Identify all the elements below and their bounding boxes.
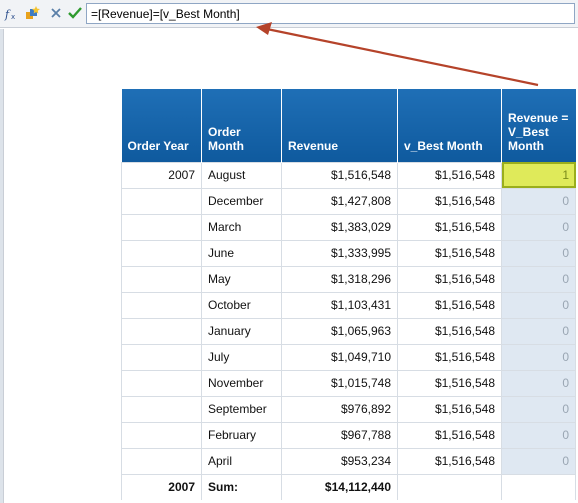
v-best-month-cell[interactable]: $1,516,548: [397, 265, 502, 293]
revenue-equals-best-cell[interactable]: 0: [501, 317, 576, 345]
order-month-cell[interactable]: October: [201, 291, 282, 319]
revenue-cell[interactable]: $1,049,710: [281, 343, 398, 371]
header-revenue-equals-best[interactable]: Revenue = V_Best Month: [501, 89, 576, 162]
footer-year-cell: 2007: [121, 473, 202, 500]
v-best-month-cell[interactable]: $1,516,548: [397, 239, 502, 267]
footer-sum-label: Sum:: [201, 473, 282, 500]
order-year-cell[interactable]: [121, 291, 202, 319]
header-v-best-month[interactable]: v_Best Month: [397, 89, 502, 162]
order-year-cell[interactable]: 2007: [121, 161, 202, 189]
table-row: September $976,892 $1,516,548 0: [121, 395, 576, 423]
table-row: February $967,788 $1,516,548 0: [121, 421, 576, 449]
svg-text:x: x: [11, 13, 15, 21]
v-best-month-cell[interactable]: $1,516,548: [397, 187, 502, 215]
revenue-cell[interactable]: $967,788: [281, 421, 398, 449]
table-row: November $1,015,748 $1,516,548 0: [121, 369, 576, 397]
footer-row: 2007 Sum: $14,112,440: [121, 473, 576, 500]
revenue-equals-best-cell[interactable]: 0: [501, 291, 576, 319]
revenue-cell[interactable]: $1,427,808: [281, 187, 398, 215]
revenue-cell[interactable]: $1,015,748: [281, 369, 398, 397]
revenue-cell[interactable]: $1,516,548: [281, 161, 398, 189]
order-year-cell[interactable]: [121, 343, 202, 371]
revenue-cell[interactable]: $1,333,995: [281, 239, 398, 267]
v-best-month-cell[interactable]: $1,516,548: [397, 447, 502, 475]
v-best-month-cell[interactable]: $1,516,548: [397, 317, 502, 345]
revenue-equals-best-cell[interactable]: 0: [501, 369, 576, 397]
order-month-cell[interactable]: June: [201, 239, 282, 267]
order-year-cell[interactable]: [121, 447, 202, 475]
order-year-cell[interactable]: [121, 421, 202, 449]
svg-text:f: f: [4, 8, 11, 21]
order-year-cell[interactable]: [121, 239, 202, 267]
revenue-equals-best-cell[interactable]: 0: [501, 213, 576, 241]
order-month-cell[interactable]: December: [201, 187, 282, 215]
order-month-cell[interactable]: November: [201, 369, 282, 397]
table-row: March $1,383,029 $1,516,548 0: [121, 213, 576, 241]
table-body: 2007 August $1,516,548 $1,516,548 1 December $…: [121, 161, 576, 500]
order-month-cell[interactable]: July: [201, 343, 282, 371]
table-row: June $1,333,995 $1,516,548 0: [121, 239, 576, 267]
revenue-cell[interactable]: $976,892: [281, 395, 398, 423]
v-best-month-cell[interactable]: $1,516,548: [397, 343, 502, 371]
report-table: Order Year Order Month Revenue v_Best Mo…: [121, 89, 576, 500]
order-month-cell[interactable]: April: [201, 447, 282, 475]
formula-bar: fx: [0, 0, 578, 28]
cancel-icon[interactable]: [48, 5, 64, 21]
order-year-cell[interactable]: [121, 265, 202, 293]
create-variable-icon[interactable]: [25, 5, 41, 21]
order-year-cell[interactable]: [121, 395, 202, 423]
revenue-equals-best-cell[interactable]: 1: [501, 161, 576, 189]
revenue-equals-best-cell[interactable]: 0: [501, 395, 576, 423]
footer-empty-cell: [501, 473, 576, 500]
order-year-cell[interactable]: [121, 369, 202, 397]
revenue-equals-best-cell[interactable]: 0: [501, 187, 576, 215]
revenue-cell[interactable]: $1,318,296: [281, 265, 398, 293]
footer-revenue-sum: $14,112,440: [281, 473, 398, 500]
order-month-cell[interactable]: February: [201, 421, 282, 449]
formula-editor-icon[interactable]: fx: [4, 5, 20, 21]
order-year-cell[interactable]: [121, 317, 202, 345]
order-month-cell[interactable]: March: [201, 213, 282, 241]
order-month-cell[interactable]: May: [201, 265, 282, 293]
order-year-cell[interactable]: [121, 187, 202, 215]
v-best-month-cell[interactable]: $1,516,548: [397, 421, 502, 449]
revenue-equals-best-cell[interactable]: 0: [501, 239, 576, 267]
v-best-month-cell[interactable]: $1,516,548: [397, 291, 502, 319]
header-order-year[interactable]: Order Year: [121, 89, 202, 162]
header-revenue[interactable]: Revenue: [281, 89, 398, 162]
order-month-cell[interactable]: January: [201, 317, 282, 345]
formula-input[interactable]: [86, 3, 575, 24]
order-month-cell[interactable]: September: [201, 395, 282, 423]
order-year-cell[interactable]: [121, 213, 202, 241]
validate-icon[interactable]: [67, 5, 83, 21]
footer-empty-cell: [397, 473, 502, 500]
v-best-month-cell[interactable]: $1,516,548: [397, 213, 502, 241]
table-row: May $1,318,296 $1,516,548 0: [121, 265, 576, 293]
table-row: 2007 August $1,516,548 $1,516,548 1: [121, 161, 576, 189]
revenue-cell[interactable]: $953,234: [281, 447, 398, 475]
order-month-cell[interactable]: August: [201, 161, 282, 189]
table-row: April $953,234 $1,516,548 0: [121, 447, 576, 475]
v-best-month-cell[interactable]: $1,516,548: [397, 395, 502, 423]
revenue-cell[interactable]: $1,383,029: [281, 213, 398, 241]
v-best-month-cell[interactable]: $1,516,548: [397, 369, 502, 397]
canvas-left-edge: [0, 29, 4, 503]
revenue-cell[interactable]: $1,065,963: [281, 317, 398, 345]
table-row: December $1,427,808 $1,516,548 0: [121, 187, 576, 215]
table-row: January $1,065,963 $1,516,548 0: [121, 317, 576, 345]
revenue-cell[interactable]: $1,103,431: [281, 291, 398, 319]
revenue-equals-best-cell[interactable]: 0: [501, 421, 576, 449]
v-best-month-cell[interactable]: $1,516,548: [397, 161, 502, 189]
header-order-month[interactable]: Order Month: [201, 89, 282, 162]
table-row: October $1,103,431 $1,516,548 0: [121, 291, 576, 319]
revenue-equals-best-cell[interactable]: 0: [501, 447, 576, 475]
revenue-equals-best-cell[interactable]: 0: [501, 265, 576, 293]
revenue-equals-best-cell[interactable]: 0: [501, 343, 576, 371]
table-row: July $1,049,710 $1,516,548 0: [121, 343, 576, 371]
